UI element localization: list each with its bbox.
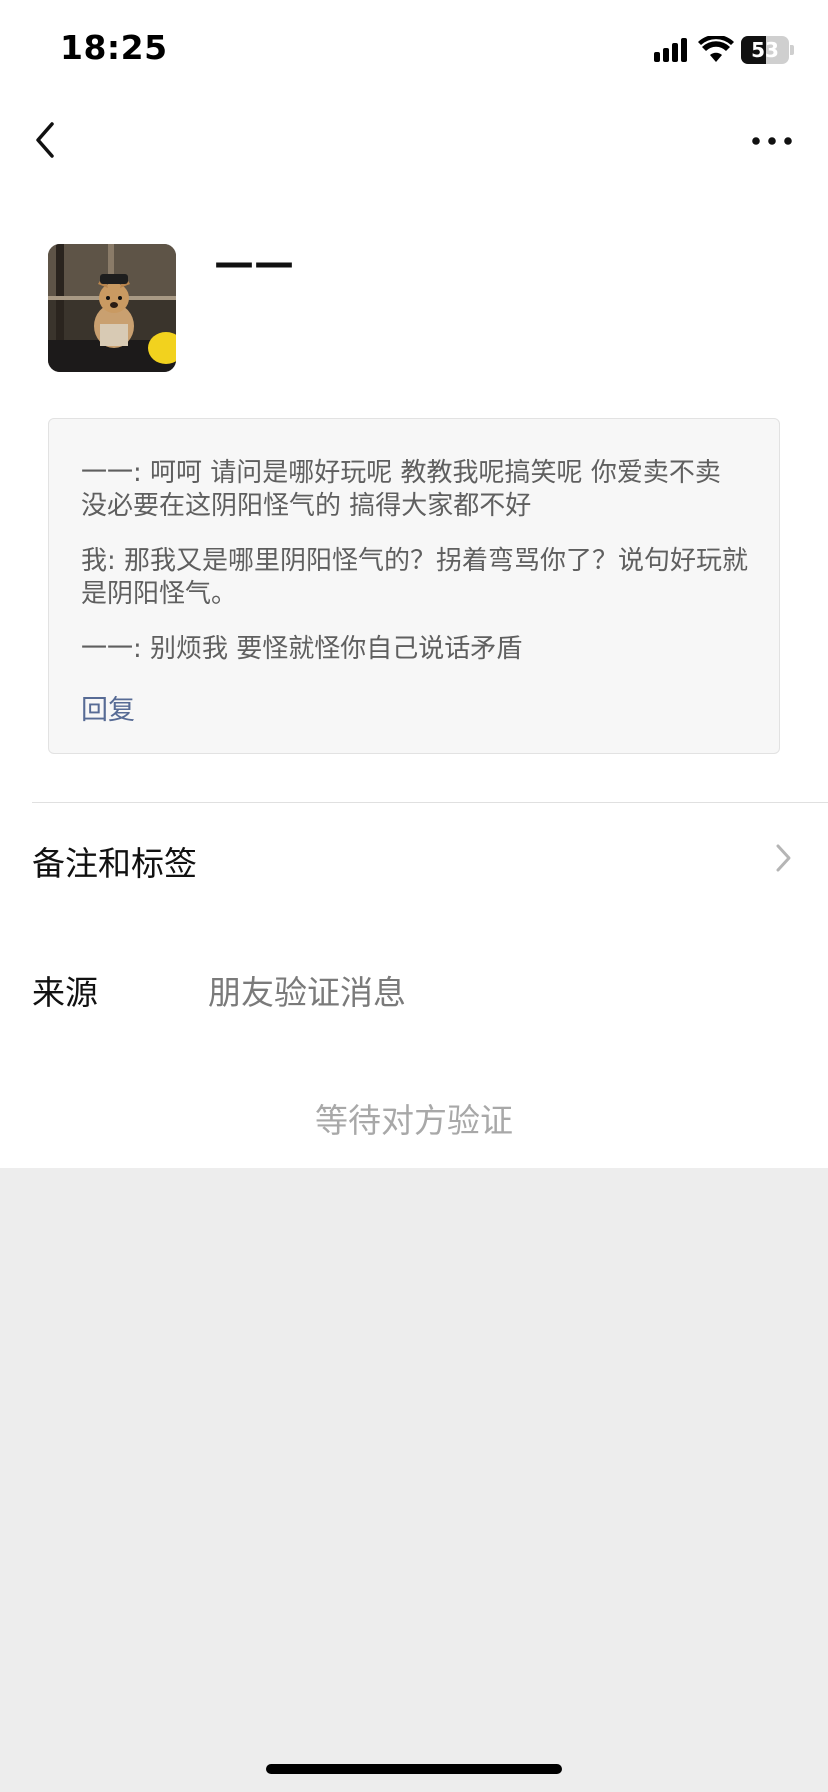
message-item: 我: 那我又是哪里阴阳怪气的？拐着弯骂你了？说句好玩就是阴阳怪气。 [81,546,749,609]
source-row: 来源 朋友验证消息 [0,930,828,1040]
remark-tags-label: 备注和标签 [32,844,197,883]
battery-icon: 53 [741,36,789,64]
battery-label: 53 [751,38,779,62]
reply-link[interactable]: 回复 [81,688,749,727]
verification-message-box: 一一: 呵呵 请问是哪好玩呢 教教我呢搞笑呢 你爱卖不卖 没必要在这阴阳怪气的 … [48,418,780,754]
message-item: 一一: 别烦我 要怪就怪你自己说话矛盾 [81,634,523,664]
more-dots-icon[interactable] [748,124,796,158]
status-time: 18:25 [60,28,168,67]
back-chevron-icon[interactable] [26,118,66,162]
status-bar: 18:25 53 [0,0,828,100]
cellular-signal-icon [654,38,687,62]
battery-cap [790,45,794,55]
home-indicator[interactable] [266,1764,562,1774]
avatar[interactable] [48,244,176,372]
remark-tags-row[interactable]: 备注和标签 [0,803,828,912]
chevron-right-icon [776,844,791,872]
awaiting-verification-row: 等待对方验证 [0,1058,828,1168]
profile-name: —— [214,240,294,286]
awaiting-verification-text: 等待对方验证 [315,1101,513,1140]
source-label: 来源 [32,973,98,1012]
message-item: 一一: 呵呵 请问是哪好玩呢 教教我呢搞笑呢 你爱卖不卖 没必要在这阴阳怪气的 … [81,458,721,521]
source-value: 朋友验证消息 [208,973,406,1012]
wifi-icon [698,36,734,62]
